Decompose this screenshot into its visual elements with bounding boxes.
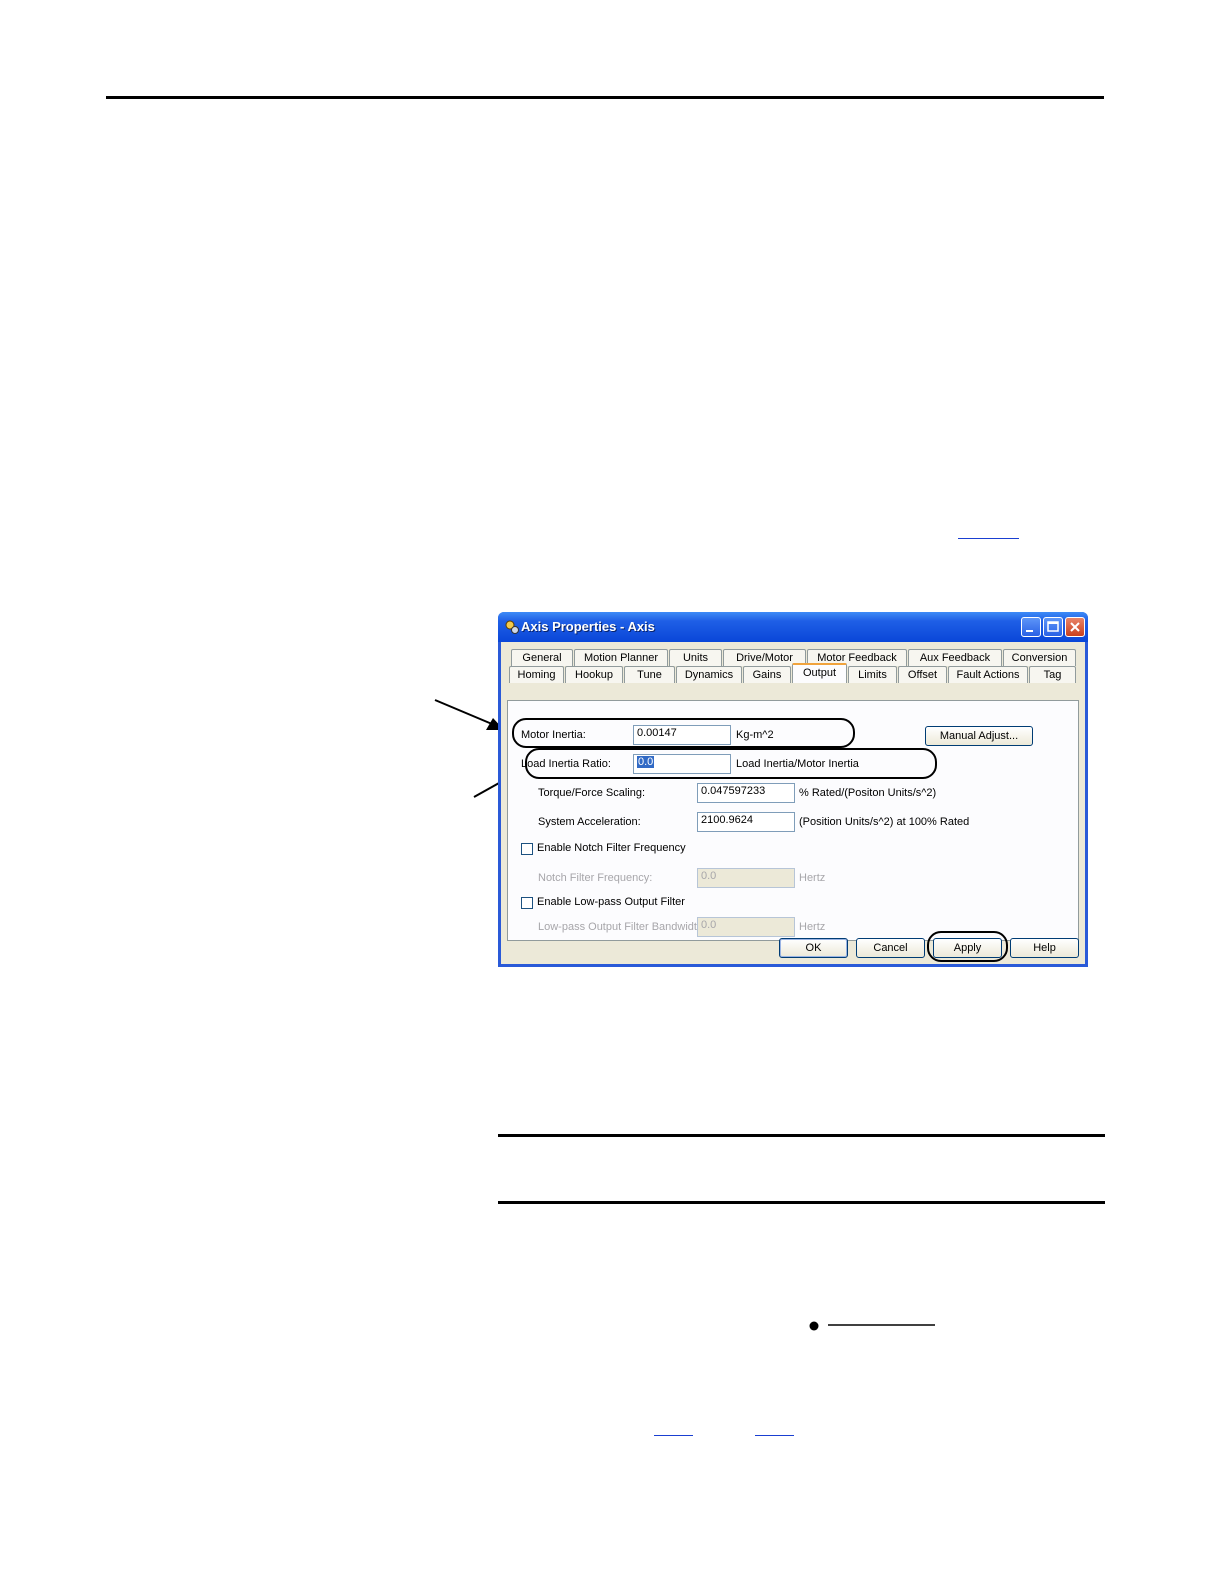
load-inertia-highlight-oval	[512, 718, 855, 748]
axis-app-icon	[505, 620, 519, 634]
torque-force-scaling-field[interactable]: 0.047597233	[697, 783, 795, 803]
tab-fault-actions[interactable]: Fault Actions	[948, 666, 1028, 683]
bullet-marker	[809, 1321, 935, 1331]
note-top-rule	[498, 1134, 1105, 1137]
bullet-dot-icon	[809, 1321, 819, 1331]
help-button[interactable]: Help	[1010, 938, 1079, 958]
axis-properties-dialog: Axis Properties - Axis General Motion Pl…	[498, 612, 1088, 967]
notch-filter-frequency-label: Notch Filter Frequency:	[538, 872, 653, 884]
cancel-button[interactable]: Cancel	[856, 938, 925, 958]
enable-lowpass-filter-checkbox[interactable]	[521, 897, 533, 909]
notch-filter-frequency-field: 0.0	[697, 868, 795, 888]
system-acceleration-label: System Acceleration:	[538, 816, 641, 828]
tab-limits[interactable]: Limits	[848, 666, 897, 683]
header-rule	[106, 96, 1104, 99]
close-icon	[1070, 622, 1080, 632]
lowpass-filter-bandwidth-field: 0.0	[697, 917, 795, 937]
tab-general[interactable]: General	[511, 649, 573, 666]
lowpass-filter-bandwidth-unit: Hertz	[799, 921, 826, 933]
torque-force-scaling-unit: % Rated/(Positon Units/s^2)	[799, 787, 937, 799]
enable-lowpass-filter-label: Enable Low-pass Output Filter	[537, 896, 685, 908]
dialog-client-area: General Motion Planner Units Drive/Motor…	[501, 642, 1085, 964]
lowpass-filter-bandwidth-label: Low-pass Output Filter Bandwidth:	[538, 921, 707, 933]
tab-dynamics[interactable]: Dynamics	[676, 666, 742, 683]
system-acceleration-field[interactable]: 2100.9624	[697, 812, 795, 832]
cross-reference-link[interactable]	[958, 538, 1019, 539]
tab-output[interactable]: Output	[792, 663, 847, 683]
ok-button[interactable]: OK	[779, 938, 848, 958]
manual-adjust-button[interactable]: Manual Adjust...	[925, 726, 1033, 746]
tab-tag[interactable]: Tag	[1029, 666, 1076, 683]
note-bottom-rule	[498, 1201, 1105, 1204]
tab-tune[interactable]: Tune	[624, 666, 675, 683]
tab-homing[interactable]: Homing	[509, 666, 564, 683]
system-acceleration-unit: (Position Units/s^2) at 100% Rated	[799, 816, 970, 828]
enable-notch-filter-checkbox[interactable]	[521, 843, 533, 855]
apply-highlight-oval	[927, 931, 1008, 962]
minimize-icon	[1026, 630, 1033, 632]
tab-motion-planner[interactable]: Motion Planner	[574, 649, 668, 666]
page-link-1[interactable]	[654, 1435, 693, 1436]
tab-offset[interactable]: Offset	[898, 666, 947, 683]
tab-gains[interactable]: Gains	[743, 666, 791, 683]
maximize-icon	[1047, 621, 1059, 632]
arrow-line-1	[434, 699, 493, 725]
tab-hookup[interactable]: Hookup	[565, 666, 623, 683]
title-bar[interactable]: Axis Properties - Axis	[498, 612, 1088, 642]
page-link-2[interactable]	[755, 1435, 794, 1436]
minimize-button[interactable]	[1021, 617, 1041, 637]
notch-filter-frequency-unit: Hertz	[799, 872, 826, 884]
close-button[interactable]	[1065, 617, 1085, 637]
tab-units[interactable]: Units	[669, 649, 722, 666]
dialog-title: Axis Properties - Axis	[521, 619, 655, 634]
maximize-button[interactable]	[1043, 617, 1063, 637]
torque-scaling-highlight-oval	[525, 748, 937, 779]
tab-aux-feedback[interactable]: Aux Feedback	[908, 649, 1002, 666]
tab-conversion[interactable]: Conversion	[1003, 649, 1076, 666]
torque-force-scaling-label: Torque/Force Scaling:	[538, 787, 645, 799]
enable-notch-filter-label: Enable Notch Filter Frequency	[537, 842, 686, 854]
